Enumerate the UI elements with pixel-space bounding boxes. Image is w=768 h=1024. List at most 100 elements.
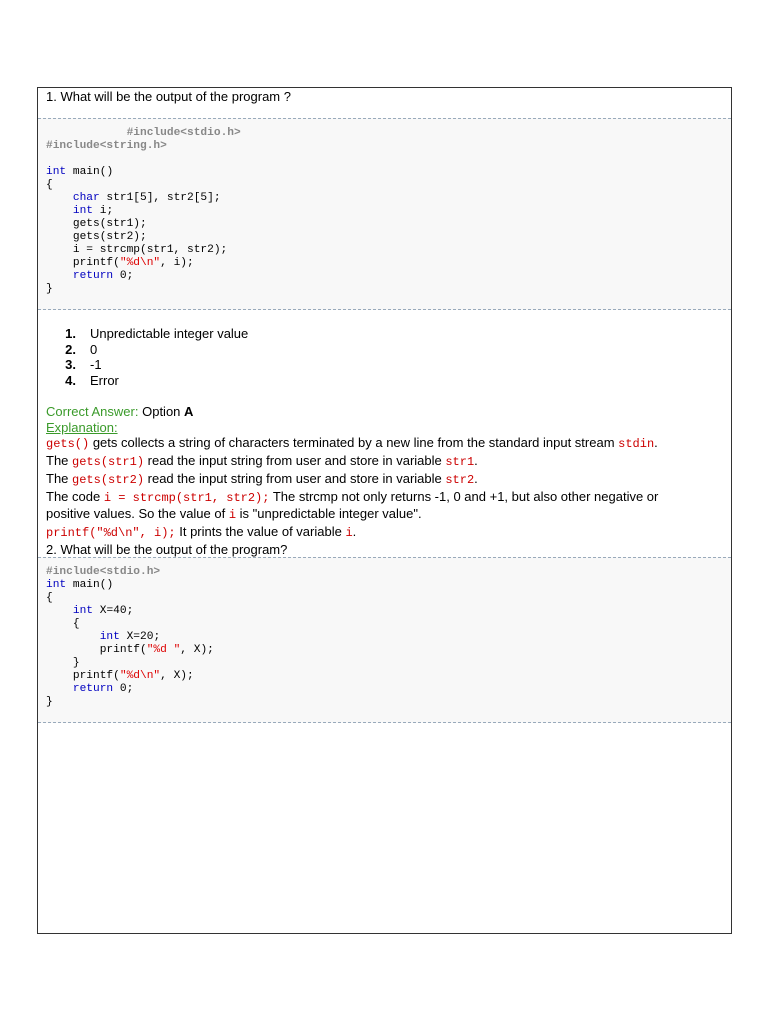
explanation-section: Correct Answer: Option A Explanation: ge… bbox=[46, 404, 726, 542]
text-segment: , X); bbox=[180, 644, 214, 656]
answer-text: Option bbox=[138, 404, 185, 419]
text-segment: #include<stdio.h> bbox=[46, 566, 161, 578]
text-segment: { bbox=[46, 592, 53, 604]
text-segment: . bbox=[654, 435, 658, 451]
code-line: } bbox=[46, 283, 731, 296]
text-segment: int bbox=[72, 605, 94, 617]
document-page: 1. What will be the output of the progra… bbox=[37, 87, 732, 934]
option-number: 3. bbox=[65, 357, 76, 372]
code-line: gets(str1); bbox=[46, 218, 731, 231]
option-text: Error bbox=[90, 372, 119, 388]
text-segment: str2 bbox=[445, 472, 475, 487]
text-segment: . bbox=[474, 470, 478, 486]
text-segment: gets(str2) bbox=[72, 472, 145, 487]
text-segment: int bbox=[46, 166, 67, 178]
code-line: #include<string.h> bbox=[46, 140, 731, 153]
code-line: positive values. So the value of i is "u… bbox=[46, 506, 726, 524]
option-item: 3. -1 bbox=[52, 357, 248, 373]
text-segment: The bbox=[46, 470, 73, 486]
code-block-1: #include<stdio.h> #include<string.h> int … bbox=[38, 118, 731, 310]
text-segment: main() bbox=[66, 579, 114, 591]
text-segment: i = strcmp(str1, str2); bbox=[46, 244, 228, 256]
text-segment: , i); bbox=[160, 257, 194, 269]
code-line: The code i = strcmp(str1, str2); The str… bbox=[46, 489, 726, 507]
text-segment: It prints the value of variable bbox=[175, 523, 346, 539]
code-line: { bbox=[46, 179, 731, 192]
text-segment: The code bbox=[46, 488, 104, 504]
text-segment: gets(str2); bbox=[46, 231, 147, 243]
code-line: return 0; bbox=[46, 270, 731, 283]
text-segment: stdin bbox=[618, 437, 655, 452]
code-line: #include<stdio.h> bbox=[46, 127, 731, 140]
code-line: { bbox=[46, 592, 731, 605]
code-line: gets(str2); bbox=[46, 231, 731, 244]
text-segment bbox=[46, 683, 73, 695]
text-segment: read the input string from user and stor… bbox=[144, 470, 446, 486]
text-segment: . bbox=[474, 453, 478, 469]
text-segment: printf( bbox=[46, 670, 120, 682]
code-line: printf("%d\n", i); bbox=[46, 257, 731, 270]
text-segment: gets(str1); bbox=[46, 218, 147, 230]
text-segment bbox=[46, 192, 73, 204]
explanation-label: Explanation: bbox=[46, 419, 118, 435]
code-line: i = strcmp(str1, str2); bbox=[46, 244, 731, 257]
option-item: 1. Unpredictable integer value bbox=[52, 326, 248, 342]
text-segment: } bbox=[46, 696, 53, 708]
question-1: 1. What will be the output of the progra… bbox=[46, 89, 291, 104]
text-segment bbox=[46, 631, 100, 643]
text-segment: "%d " bbox=[146, 644, 181, 656]
text-segment bbox=[46, 605, 73, 617]
text-segment: read the input string from user and stor… bbox=[144, 453, 446, 469]
code-line: return 0; bbox=[46, 683, 731, 696]
text-segment: str1[5], str2[5]; bbox=[99, 192, 221, 204]
text-segment: char bbox=[72, 192, 100, 204]
text-segment bbox=[46, 127, 127, 139]
code-line: { bbox=[46, 618, 731, 631]
text-segment: { bbox=[46, 618, 80, 630]
text-segment: gets() bbox=[46, 437, 90, 452]
text-segment: return bbox=[72, 683, 114, 695]
text-segment: i bbox=[228, 508, 237, 523]
text-segment: i; bbox=[93, 205, 114, 217]
text-segment: } bbox=[46, 657, 80, 669]
text-segment: printf( bbox=[46, 257, 120, 269]
code-line: int main() bbox=[46, 579, 731, 592]
code-line: } bbox=[46, 696, 731, 709]
question-2: 2. What will be the output of the progra… bbox=[46, 542, 288, 557]
code-line: printf("%d\n", X); bbox=[46, 670, 731, 683]
text-segment: The strcmp not only returns -1, 0 and +1… bbox=[269, 488, 659, 504]
text-segment: is "unpredictable integer value". bbox=[236, 506, 422, 522]
code-line: printf("%d\n", i); It prints the value o… bbox=[46, 524, 726, 542]
text-segment: int bbox=[46, 579, 67, 591]
option-number: 4. bbox=[65, 372, 76, 388]
text-segment: printf("%d\n", i); bbox=[46, 525, 176, 540]
code-line: int X=40; bbox=[46, 605, 731, 618]
code-line: int i; bbox=[46, 205, 731, 218]
text-segment: "%d\n" bbox=[119, 670, 161, 682]
code-block-2: #include<stdio.h> int main(){ int X=40; {… bbox=[38, 557, 731, 723]
text-segment: printf( bbox=[46, 644, 147, 656]
answer-options: 1. Unpredictable integer value 2. 0 3. -1 4. Er… bbox=[52, 326, 248, 388]
code-line: The gets(str2) read the input string fro… bbox=[46, 471, 726, 489]
code-line: } bbox=[46, 657, 731, 670]
option-item: 2. 0 bbox=[52, 342, 248, 358]
code-line: The gets(str1) read the input string fro… bbox=[46, 453, 726, 471]
option-text: Unpredictable integer value bbox=[90, 326, 249, 341]
option-text: -1 bbox=[90, 357, 102, 372]
text-segment: 0; bbox=[113, 683, 134, 695]
code-line: gets() gets collects a string of charact… bbox=[46, 435, 726, 453]
text-segment: int bbox=[72, 205, 94, 217]
text-segment: i bbox=[345, 525, 353, 540]
text-segment: positive values. So the value of bbox=[46, 506, 229, 522]
code-line: printf("%d ", X); bbox=[46, 644, 731, 657]
text-segment: { bbox=[46, 179, 53, 191]
text-segment: #include<string.h> bbox=[46, 140, 167, 152]
text-segment bbox=[46, 270, 73, 282]
answer-label: Correct Answer: bbox=[46, 404, 139, 419]
option-text: 0 bbox=[90, 341, 98, 357]
code-line: #include<stdio.h> bbox=[46, 566, 731, 579]
text-segment: str1 bbox=[445, 455, 475, 470]
answer-letter: A bbox=[184, 404, 194, 419]
option-item: 4. Error bbox=[52, 373, 248, 389]
